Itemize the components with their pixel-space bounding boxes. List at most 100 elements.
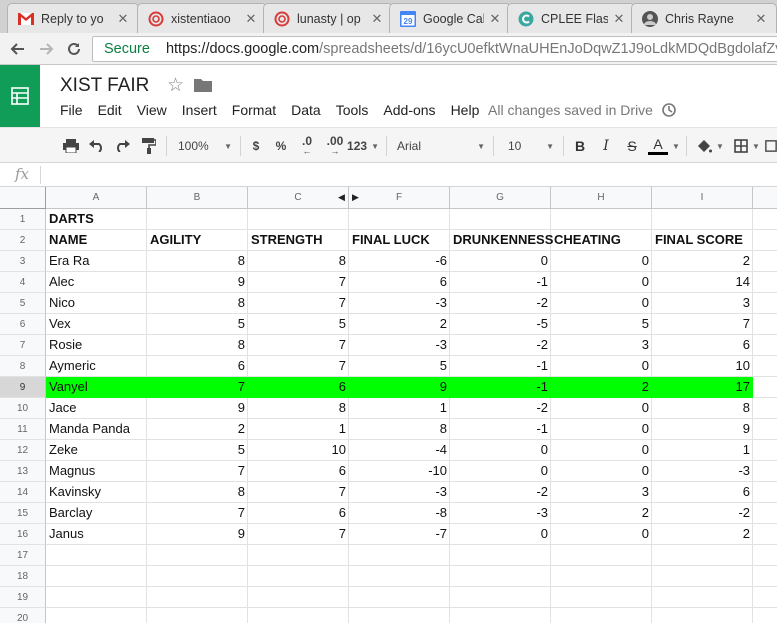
cell[interactable]: 8 — [248, 251, 349, 272]
cell[interactable]: 6 — [147, 356, 248, 377]
font-family-select[interactable]: Arial ▼ — [397, 135, 485, 157]
grid-cell[interactable] — [46, 566, 147, 587]
cell[interactable]: 9 — [147, 272, 248, 293]
cell[interactable]: NAME — [46, 230, 147, 251]
cell[interactable]: 8 — [147, 293, 248, 314]
menu-edit[interactable]: Edit — [98, 102, 122, 118]
column-header-h[interactable]: H — [551, 187, 652, 209]
cell[interactable]: 0 — [450, 251, 551, 272]
column-header-a[interactable]: A — [46, 187, 147, 209]
cell[interactable]: 7 — [248, 293, 349, 314]
cell[interactable]: -7 — [349, 524, 450, 545]
cell[interactable]: 6 — [248, 377, 349, 398]
close-icon[interactable]: ✕ — [244, 11, 258, 27]
row-header[interactable]: 17 — [0, 545, 46, 566]
close-icon[interactable]: ✕ — [754, 11, 768, 27]
grid-cell[interactable] — [147, 566, 248, 587]
grid-cell[interactable] — [248, 545, 349, 566]
row-header[interactable]: 3 — [0, 251, 46, 272]
row-header[interactable]: 1 — [0, 209, 46, 230]
cell[interactable]: -8 — [349, 503, 450, 524]
cell[interactable]: -3 — [349, 335, 450, 356]
grid-cell[interactable] — [248, 209, 349, 230]
cell[interactable]: 7 — [248, 272, 349, 293]
merge-cells-button[interactable] — [765, 135, 777, 157]
row-header[interactable]: 6 — [0, 314, 46, 335]
browser-tab[interactable]: CPLEE Flash ✕ — [507, 3, 635, 33]
grid-cell[interactable] — [753, 314, 777, 335]
cell[interactable]: -3 — [450, 503, 551, 524]
cell[interactable]: -1 — [450, 377, 551, 398]
grid-cell[interactable] — [450, 209, 551, 230]
menu-file[interactable]: File — [60, 102, 83, 118]
cell[interactable]: Janus — [46, 524, 147, 545]
grid-cell[interactable] — [147, 587, 248, 608]
cell[interactable]: -3 — [349, 482, 450, 503]
cell[interactable]: Kavinsky — [46, 482, 147, 503]
cell[interactable]: 2 — [652, 524, 753, 545]
grid-cell[interactable] — [349, 209, 450, 230]
grid-cell[interactable] — [349, 545, 450, 566]
grid-cell[interactable] — [652, 566, 753, 587]
grid-cell[interactable] — [652, 587, 753, 608]
cell[interactable]: -1 — [450, 356, 551, 377]
cell[interactable]: 0 — [551, 398, 652, 419]
cell[interactable]: 7 — [147, 503, 248, 524]
grid-cell[interactable] — [147, 209, 248, 230]
italic-button[interactable]: I — [598, 135, 614, 157]
reload-button[interactable] — [62, 37, 86, 61]
grid-cell[interactable] — [450, 545, 551, 566]
row-header[interactable]: 13 — [0, 461, 46, 482]
cell[interactable]: 0 — [551, 356, 652, 377]
document-title[interactable]: XIST FAIR — [60, 75, 149, 97]
zoom-select[interactable]: 100% ▼ — [178, 135, 232, 157]
grid-cell[interactable] — [753, 440, 777, 461]
grid-cell[interactable] — [753, 524, 777, 545]
bold-button[interactable]: B — [572, 135, 588, 157]
column-header-f[interactable]: F — [349, 187, 450, 209]
grid-cell[interactable] — [753, 545, 777, 566]
grid-cell[interactable] — [753, 335, 777, 356]
forward-button[interactable] — [34, 37, 58, 61]
cell[interactable]: 14 — [652, 272, 753, 293]
cell[interactable]: -2 — [652, 503, 753, 524]
cell[interactable]: 1 — [652, 440, 753, 461]
cell[interactable]: 10 — [248, 440, 349, 461]
sheets-home-button[interactable] — [0, 65, 40, 127]
cell[interactable]: DRUNKENNESS — [450, 230, 553, 251]
select-all-corner[interactable] — [0, 187, 46, 209]
browser-tab[interactable]: Chris Rayne ✕ — [631, 3, 777, 33]
grid-cell[interactable] — [753, 377, 777, 398]
cell[interactable]: Aymeric — [46, 356, 147, 377]
row-header[interactable]: 10 — [0, 398, 46, 419]
cell[interactable]: Era Ra — [46, 251, 147, 272]
cell[interactable]: -6 — [349, 251, 450, 272]
save-status[interactable]: All changes saved in Drive — [488, 102, 677, 118]
grid-cell[interactable] — [450, 587, 551, 608]
cell[interactable]: Nico — [46, 293, 147, 314]
cell[interactable]: 8 — [147, 482, 248, 503]
redo-button[interactable] — [113, 135, 131, 157]
cell[interactable]: -2 — [450, 482, 551, 503]
grid-cell[interactable] — [551, 566, 652, 587]
borders-button[interactable]: ▼ — [732, 135, 762, 157]
grid-cell[interactable] — [753, 608, 777, 623]
cell[interactable]: -2 — [450, 293, 551, 314]
cell[interactable]: 7 — [248, 356, 349, 377]
grid-cell[interactable] — [46, 545, 147, 566]
cell[interactable]: 0 — [551, 524, 652, 545]
grid-cell[interactable] — [753, 356, 777, 377]
menu-help[interactable]: Help — [451, 102, 480, 118]
cell[interactable]: Vanyel — [46, 377, 147, 398]
menu-addons[interactable]: Add-ons — [383, 102, 435, 118]
close-icon[interactable]: ✕ — [488, 11, 502, 27]
cell[interactable]: 3 — [551, 482, 652, 503]
cell[interactable]: -1 — [450, 272, 551, 293]
close-icon[interactable]: ✕ — [370, 11, 384, 27]
browser-tab[interactable]: lunasty | op ✕ — [263, 3, 393, 33]
cell[interactable]: -2 — [450, 398, 551, 419]
cell[interactable]: 2 — [551, 503, 652, 524]
grid-cell[interactable] — [652, 545, 753, 566]
grid-cell[interactable] — [450, 566, 551, 587]
row-header[interactable]: 11 — [0, 419, 46, 440]
